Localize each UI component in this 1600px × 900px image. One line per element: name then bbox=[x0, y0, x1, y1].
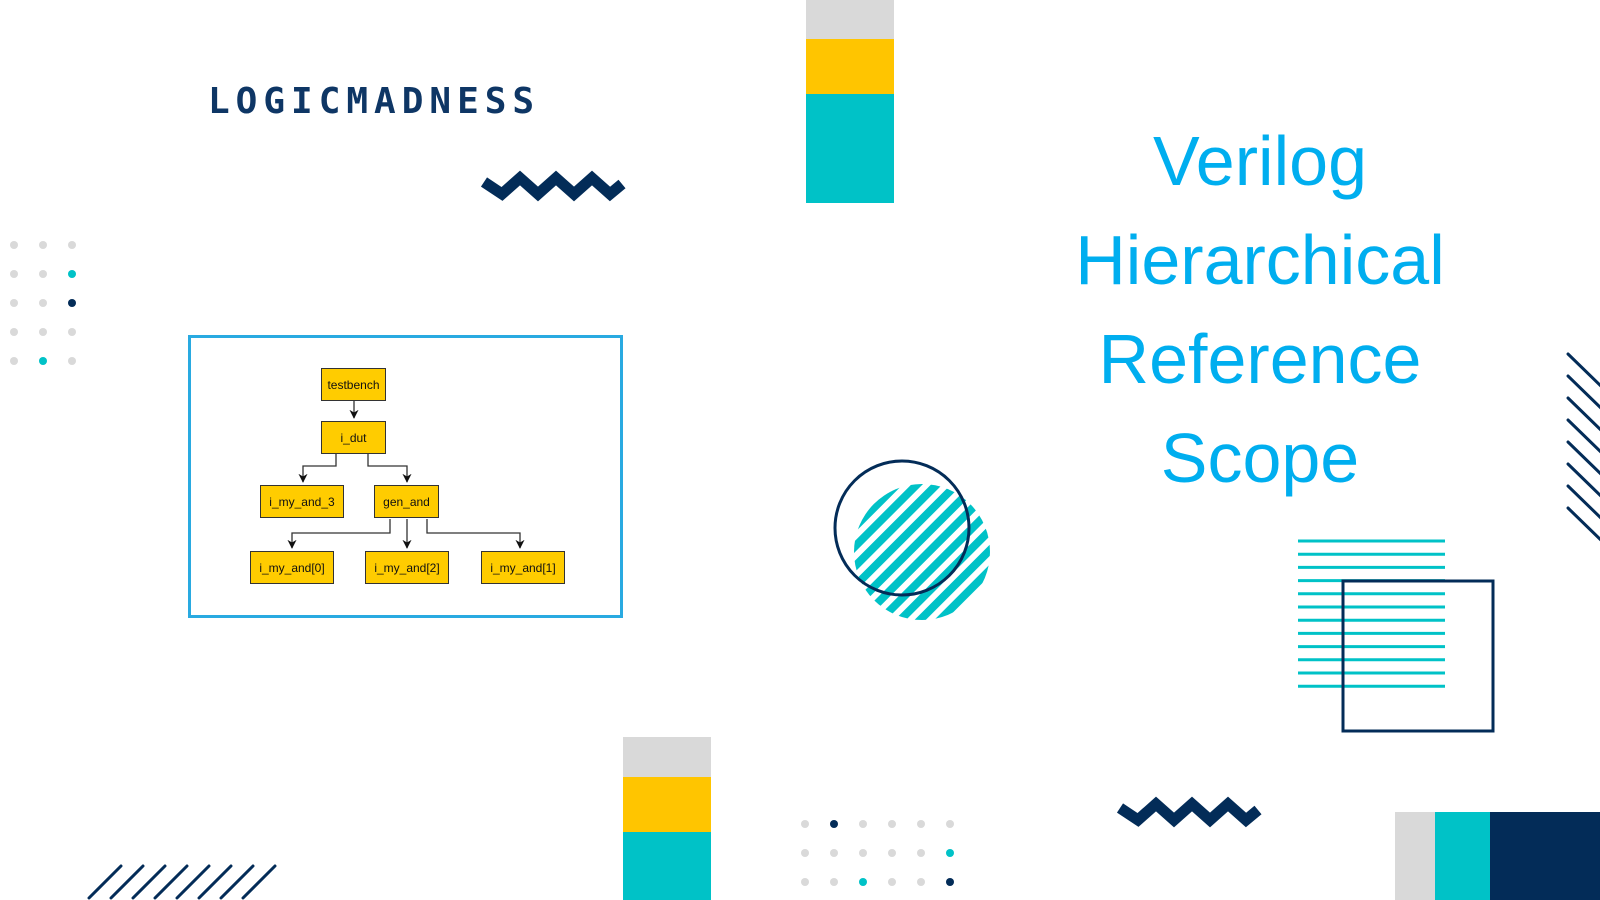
zigzag-decoration-bottom bbox=[1116, 796, 1262, 828]
grid-dot bbox=[801, 849, 809, 857]
color-bar-top bbox=[806, 0, 894, 203]
grid-dot bbox=[68, 357, 76, 365]
block-navy bbox=[1490, 812, 1600, 900]
grid-dot bbox=[68, 270, 76, 278]
node-i_my_and_3: i_my_and_3 bbox=[260, 485, 344, 518]
diagonal-line bbox=[1566, 352, 1600, 388]
grid-dot bbox=[10, 357, 18, 365]
grid-dot bbox=[39, 328, 47, 336]
grid-dot bbox=[888, 878, 896, 886]
page-title: Verilog Hierarchical Reference Scope bbox=[1030, 112, 1490, 508]
grid-dot bbox=[68, 299, 76, 307]
grid-dot bbox=[830, 820, 838, 828]
title-line-1: Verilog bbox=[1152, 122, 1368, 200]
grid-dot bbox=[859, 820, 867, 828]
edge-i_dut-gen_and bbox=[367, 453, 412, 483]
grid-dot bbox=[39, 270, 47, 278]
grid-dot bbox=[10, 299, 18, 307]
grid-dot bbox=[946, 820, 954, 828]
grid-dot bbox=[10, 328, 18, 336]
hierarchy-diagram-frame: testbench i_dut i_my_and_3 gen_and i_my_… bbox=[188, 335, 623, 618]
grid-dot bbox=[888, 849, 896, 857]
bar-segment-teal bbox=[806, 94, 894, 203]
edge-gen_and-i_my_and_0 bbox=[287, 519, 391, 549]
block-gray bbox=[1395, 812, 1435, 900]
grid-dot bbox=[39, 357, 47, 365]
diagonal-lines-right bbox=[1566, 352, 1600, 542]
grid-dot bbox=[946, 878, 954, 886]
bar-segment-yellow bbox=[623, 777, 711, 832]
grid-dot bbox=[946, 849, 954, 857]
node-i_my_and_0: i_my_and[0] bbox=[250, 551, 334, 584]
color-blocks-bottom-right bbox=[1395, 812, 1600, 900]
bar-segment-gray bbox=[623, 737, 711, 777]
grid-dot bbox=[39, 299, 47, 307]
striped-circle-decoration bbox=[833, 459, 990, 620]
node-i_my_and_1: i_my_and[1] bbox=[481, 551, 565, 584]
diagonal-lines-bottom-left bbox=[87, 864, 277, 900]
grid-dot bbox=[68, 328, 76, 336]
grid-dot bbox=[859, 849, 867, 857]
grid-dot bbox=[68, 241, 76, 249]
bar-segment-gray bbox=[806, 0, 894, 39]
bar-segment-yellow bbox=[806, 39, 894, 94]
grid-dot bbox=[10, 241, 18, 249]
edge-i_dut-i_my_and_3 bbox=[298, 453, 337, 483]
grid-dot bbox=[888, 820, 896, 828]
outline-square bbox=[1341, 579, 1495, 733]
node-i_my_and_2: i_my_and[2] bbox=[365, 551, 449, 584]
logicmadness-logo: LOGICMADNESS bbox=[208, 81, 541, 122]
node-gen_and: gen_and bbox=[374, 485, 439, 518]
grid-dot bbox=[917, 820, 925, 828]
grid-dot bbox=[801, 878, 809, 886]
grid-dot bbox=[830, 878, 838, 886]
node-testbench: testbench bbox=[321, 368, 386, 401]
grid-dot bbox=[859, 878, 867, 886]
grid-dot bbox=[917, 849, 925, 857]
title-line-3: Reference bbox=[1098, 320, 1422, 398]
grid-dot bbox=[801, 820, 809, 828]
lines-square-decoration bbox=[1298, 539, 1495, 733]
zigzag-decoration-top bbox=[480, 170, 626, 202]
grid-dot bbox=[917, 878, 925, 886]
title-line-4: Scope bbox=[1160, 419, 1360, 497]
edge-gen_and-i_my_and_1 bbox=[426, 519, 525, 549]
title-line-2: Hierarchical bbox=[1075, 221, 1445, 299]
node-i_dut: i_dut bbox=[321, 421, 386, 454]
block-teal bbox=[1435, 812, 1490, 900]
bar-segment-teal bbox=[623, 832, 711, 900]
grid-dot bbox=[10, 270, 18, 278]
color-bar-bottom bbox=[623, 737, 711, 900]
grid-dot bbox=[830, 849, 838, 857]
grid-dot bbox=[39, 241, 47, 249]
